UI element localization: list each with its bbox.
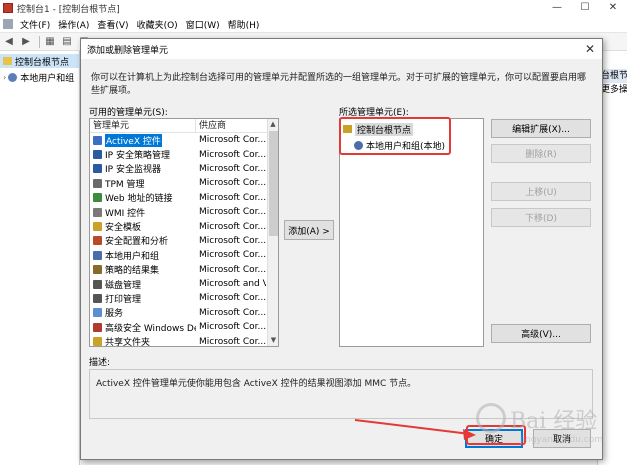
baidu-watermark: Bai 经验 jingyan.baidu.com — [470, 395, 620, 455]
paw-logo-icon — [476, 403, 506, 433]
watermark-sub: jingyan.baidu.com — [520, 435, 604, 445]
arrow-line — [354, 419, 471, 435]
watermark-text: Bai 经验 — [510, 409, 598, 434]
